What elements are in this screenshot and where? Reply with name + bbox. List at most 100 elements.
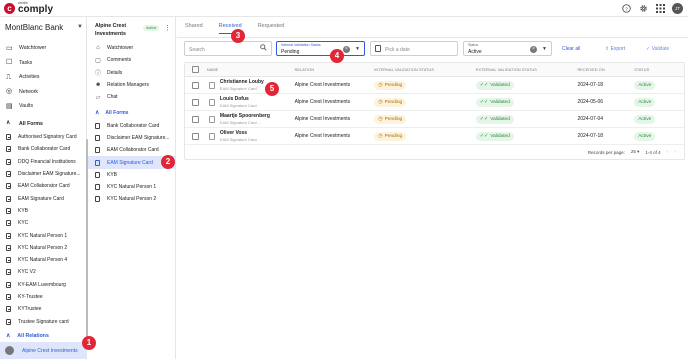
sidebar-item-tasks[interactable]: ☐ Tasks	[0, 56, 87, 71]
ivs-filter-value: Pending	[281, 49, 300, 55]
internal-validation-status-filter[interactable]: Internal Validation Status Pending × ▼	[276, 41, 365, 56]
sidebar-item-watchtower[interactable]: ▭ Watchtower	[0, 41, 87, 56]
sidebar-form-item[interactable]: KYTrustee	[0, 303, 87, 315]
document-icon	[6, 183, 11, 190]
relation-form-item[interactable]: KYC Natural Person 2	[88, 193, 176, 205]
sidebar-form-item[interactable]: Trustee Signature card	[0, 315, 87, 327]
column-external-validation[interactable]: External Validation Status	[476, 68, 578, 72]
row-checkbox[interactable]	[192, 81, 200, 89]
export-label: Export	[610, 46, 626, 52]
table-row[interactable]: Louis Dofus EAM Signature Card Alpine Cres…	[185, 94, 684, 111]
sidebar-form-item[interactable]: KY-Trustee	[0, 291, 87, 303]
column-received-on[interactable]: Received On	[577, 68, 634, 72]
sidebar-item-activities[interactable]: ⎍ Activities	[0, 70, 87, 85]
apps-grid-icon[interactable]	[655, 4, 665, 14]
people-icon: ☻	[95, 82, 102, 89]
relation-nav-watchtower[interactable]: ⌂ Watchtower	[88, 42, 176, 54]
clear-icon[interactable]: ×	[343, 46, 350, 53]
tab-requested[interactable]: Requested	[258, 23, 285, 34]
sidebar-form-item[interactable]: KYC Natural Person 1	[0, 229, 87, 241]
row-name[interactable]: Maartje Spoorenberg	[220, 113, 270, 119]
row-checkbox[interactable]	[192, 98, 200, 106]
more-vert-icon[interactable]: ⋮	[164, 24, 171, 32]
sidebar-form-item[interactable]: DDQ Financial Institutions	[0, 156, 87, 168]
sidebar-form-item[interactable]: Bank Collaborator Card	[0, 143, 87, 155]
relation-form-item[interactable]: KYB	[88, 169, 176, 181]
chevron-down-icon[interactable]: ▼	[542, 46, 547, 52]
tab-shared[interactable]: Shared	[185, 23, 203, 34]
chevron-down-icon[interactable]: ▼	[355, 46, 360, 52]
relation-nav-label: Comments	[107, 57, 132, 64]
relation-nav-comments[interactable]: ▢ Comments	[88, 54, 176, 66]
all-forms-group[interactable]: ∧ All Forms	[0, 117, 87, 132]
user-avatar[interactable]: JT	[672, 3, 683, 14]
internal-status-badge: ◷ Pending	[374, 114, 407, 124]
search-input[interactable]: Search	[184, 41, 272, 56]
row-form-type: EAM Signature Card	[219, 103, 257, 108]
relation-forms-group[interactable]: ∧ All Forms	[88, 106, 176, 119]
internal-status-badge: ◷ Pending	[374, 131, 407, 141]
next-page-icon[interactable]: ›	[674, 149, 676, 155]
prev-page-icon[interactable]: ‹	[667, 149, 669, 155]
internal-status-label: Pending	[384, 133, 403, 139]
table-row[interactable]: Christianne Louby EAM Signature Card Alpin…	[185, 77, 684, 94]
status-filter[interactable]: Status Active × ▼	[463, 41, 552, 56]
select-all-checkbox[interactable]	[192, 66, 200, 73]
form-label: KY-EAM Luxembourg	[18, 281, 66, 288]
sidebar-form-item[interactable]: KYB	[0, 205, 87, 217]
sidebar-item-network[interactable]: ◎ Network	[0, 85, 87, 100]
records-per-page-select[interactable]: 25 ▾	[631, 149, 640, 155]
sidebar-form-item[interactable]: KYC Natural Person 2	[0, 242, 87, 254]
sidebar-form-item[interactable]: Disclaimer EAM Signature...	[0, 168, 87, 180]
relation-nav-details[interactable]: ⓘ Details	[88, 67, 176, 79]
help-icon[interactable]: ?	[621, 4, 631, 14]
table-row[interactable]: Maartje Spoorenberg EAM Signature Card ..…	[185, 111, 684, 128]
svg-text:?: ?	[625, 6, 628, 12]
sidebar-form-item[interactable]: EAM Collaborator Card	[0, 180, 87, 192]
sidebar-item-label: Activities	[19, 74, 40, 81]
clear-icon[interactable]: ×	[530, 46, 537, 53]
sidebar-form-item[interactable]: KYC	[0, 217, 87, 229]
status-badge: Active	[634, 80, 656, 90]
settings-icon[interactable]	[638, 4, 648, 14]
export-button[interactable]: ⇪ Export	[605, 46, 625, 52]
row-name[interactable]: Oliver Voss	[220, 130, 257, 136]
row-name[interactable]: Louis Dofus	[220, 96, 257, 102]
clear-all-button[interactable]: Clear all	[562, 46, 580, 52]
all-relations-group[interactable]: ∧ All Relations	[0, 330, 87, 342]
row-checkbox[interactable]	[192, 132, 200, 140]
form-label: KYTrustee	[18, 306, 42, 313]
column-internal-validation[interactable]: Internal Validation Status	[374, 68, 476, 72]
sidebar-form-item[interactable]: EAM Signature Card	[0, 192, 87, 204]
sidebar-form-item[interactable]: KYC Natural Person 4	[0, 254, 87, 266]
column-status[interactable]: Status	[634, 68, 684, 72]
home-icon: ⌂	[96, 45, 100, 52]
sidebar-item-vaults[interactable]: ▤ Vaults	[0, 99, 87, 114]
internal-status-label: Pending	[384, 82, 403, 88]
date-picker[interactable]: Pick a date	[370, 41, 458, 56]
validate-button[interactable]: ✓ Validate	[646, 46, 669, 52]
relation-form-item[interactable]: Disclaimer EAM Signature...	[88, 132, 176, 144]
relation-form-item[interactable]: EAM Collaborator Card	[88, 144, 176, 156]
relation-form-item[interactable]: Bank Collaborator Card	[88, 119, 176, 131]
table-row[interactable]: Oliver Voss EAM Signature Card Alpine Cres…	[185, 128, 684, 145]
form-label: EAM Signature Card	[107, 159, 153, 166]
clock-icon: ◷	[378, 99, 383, 105]
org-select[interactable]: MontBlanc Bank ▼	[5, 23, 83, 32]
relation-avatar	[5, 346, 14, 355]
document-icon	[208, 98, 215, 106]
row-name[interactable]: Christianne Louby	[220, 79, 264, 85]
watchtower-icon: ▭	[6, 44, 13, 52]
sidebar-form-item[interactable]: KYC V2	[0, 266, 87, 278]
row-checkbox[interactable]	[192, 115, 200, 123]
app-logo[interactable]: c wealth comply	[4, 1, 53, 15]
relation-nav-relation-managers[interactable]: ☻ Relation Managers	[88, 79, 176, 91]
column-name[interactable]: Name	[207, 68, 295, 72]
row-relation: Alpine Crest Investments	[294, 82, 351, 88]
sidebar-form-item[interactable]: KY-EAM Luxembourg	[0, 279, 87, 291]
relation-form-item[interactable]: KYC Natural Person 1	[88, 181, 176, 193]
selected-relation[interactable]: Alpine Crest Investments	[0, 342, 87, 359]
relation-nav-chat[interactable]: ▱ Chat	[88, 91, 176, 103]
column-relation[interactable]: Relation	[295, 68, 375, 72]
sidebar-form-item[interactable]: Authorised Signatory Card	[0, 131, 87, 143]
